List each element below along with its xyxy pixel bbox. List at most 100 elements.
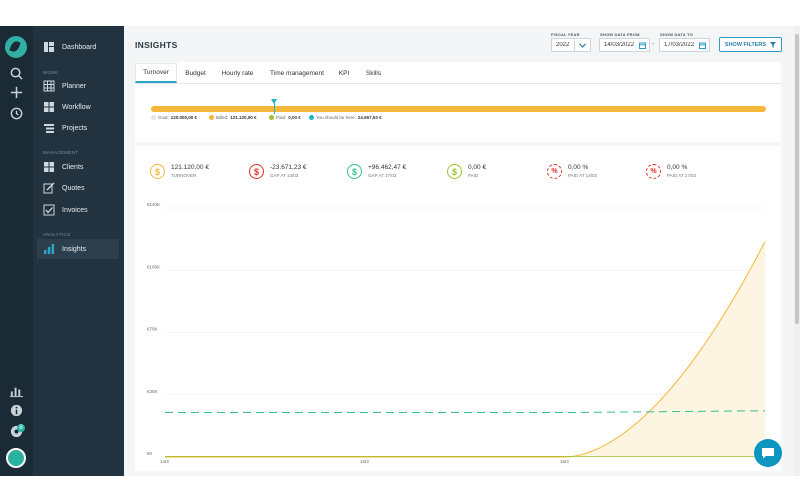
fiscal-year-label: FISCAL YEAR [551, 32, 580, 37]
stat-label: TURNOVER [171, 173, 197, 178]
calendar-icon[interactable] [699, 42, 706, 49]
dollar-coin-icon: $ [447, 164, 462, 179]
turnover-progress-bar [151, 106, 766, 112]
percent-badge-icon: % [547, 164, 562, 179]
edit-document-icon [43, 182, 55, 194]
checked-document-icon [43, 204, 55, 216]
search-icon[interactable] [9, 66, 24, 81]
stat-value: 121.120,00 € [171, 164, 209, 171]
stat-value: -23.671,23 € [270, 164, 307, 171]
tab-hourly-rate[interactable]: Hourly rate [215, 63, 260, 83]
stat-label: PAID AT 14/03 [568, 173, 598, 178]
sidebar-item-label: Planner [62, 82, 87, 90]
stat-paid-end: % 0,00 % PAID AT 17/03 [646, 164, 696, 179]
sidebar-item-label: Invoices [62, 206, 88, 214]
y-tick-label: €35K [147, 389, 158, 394]
dollar-coin-icon: $ [347, 164, 362, 179]
calendar-icon[interactable] [639, 42, 646, 49]
sidebar-item-quotes[interactable]: Quotes [37, 178, 119, 198]
stat-value: 0,00 % [667, 164, 688, 171]
sidebar-item-planner[interactable]: Planner [37, 76, 119, 96]
projects-icon [44, 124, 54, 133]
legend-dot [151, 115, 156, 120]
legend-value: 121.120,00 € [230, 115, 257, 120]
sidebar-item-insights[interactable]: Insights [37, 239, 119, 259]
sidebar-item-label: Dashboard [62, 43, 97, 51]
tab-turnover[interactable]: Turnover [135, 63, 177, 83]
legend-value: 120.000,00 € [170, 115, 198, 120]
scrollbar-thumb[interactable] [795, 34, 799, 324]
y-tick-label: €105K [147, 264, 160, 269]
icon-rail: 8 [0, 26, 33, 476]
window-bottom-strip [0, 476, 800, 500]
stat-turnover: $ 121.120,00 € TURNOVER [150, 164, 209, 179]
tab-skills[interactable]: Skills [361, 63, 386, 83]
dollar-coin-icon: $ [150, 164, 165, 179]
sidebar-item-projects[interactable]: Projects [37, 118, 119, 138]
clock-icon[interactable] [9, 106, 24, 121]
dollar-coin-icon: $ [249, 164, 264, 179]
legend-label: Paid: [276, 115, 287, 120]
clients-icon [44, 162, 54, 172]
legend-goal: Goal: 120.000,00 € [151, 115, 197, 120]
stat-label: GAP AT 17/03 [368, 173, 397, 178]
bar-chart-icon[interactable] [9, 383, 24, 398]
legend-value: 0,00 € [288, 115, 301, 120]
sidebar-item-invoices[interactable]: Invoices [37, 200, 119, 220]
x-tick-label: 14/3 [160, 459, 169, 464]
chevron-down-icon[interactable] [574, 39, 590, 51]
turnover-chart: €0€35K€70K€105K€140K14/315/316/317/3 [147, 202, 769, 464]
sidebar-item-label: Projects [62, 124, 88, 132]
stat-value: 0,00 € [468, 164, 487, 171]
y-tick-label: €140K [147, 202, 160, 207]
sidebar-section-analytics: ANALYTICS [43, 232, 71, 237]
percent-badge-icon: % [646, 164, 661, 179]
stat-gap-end: $ +96.462,47 € GAP AT 17/03 [347, 164, 406, 179]
chat-button[interactable] [754, 439, 782, 467]
x-tick-label: 16/3 [560, 459, 569, 464]
tab-kpi[interactable]: KPI [334, 63, 354, 83]
fiscal-year-select[interactable]: 2022 [551, 38, 591, 52]
user-avatar[interactable] [6, 448, 26, 468]
info-icon[interactable] [9, 403, 24, 418]
page-title: INSIGHTS [135, 40, 178, 50]
tab-bar: Turnover Budget Hourly rate Time managem… [135, 63, 781, 84]
workflow-icon [44, 102, 54, 112]
legend-dot [269, 115, 274, 120]
date-from-input[interactable]: 14/03/2022 [599, 38, 650, 52]
stat-paid-start: % 0,00 % PAID AT 14/03 [547, 164, 597, 179]
sidebar-item-dashboard[interactable]: Dashboard [37, 37, 119, 57]
sidebar-item-workflow[interactable]: Workflow [37, 97, 119, 117]
filter-icon [770, 41, 777, 48]
calendar-grid-icon [43, 80, 55, 92]
sidebar-item-label: Clients [62, 163, 84, 171]
date-to-input[interactable]: 17/03/2022 [659, 38, 710, 52]
sidebar-item-label: Workflow [62, 103, 91, 111]
notification-badge: 8 [17, 424, 25, 432]
sidebar-item-clients[interactable]: Clients [37, 157, 119, 177]
sidebar-section-work: WORK [43, 70, 59, 75]
plus-icon[interactable] [9, 85, 24, 100]
stat-value: 0,00 % [568, 164, 589, 171]
stat-label: PAID AT 17/03 [667, 173, 697, 178]
tab-budget[interactable]: Budget [179, 63, 212, 83]
stat-value: +96.462,47 € [368, 164, 407, 171]
sidebar: Dashboard WORK Planner Workflow Projects… [33, 26, 124, 476]
date-from-label: SHOW DATA FROM [600, 32, 640, 37]
y-tick-label: €0 [147, 451, 153, 456]
date-from-value: 14/03/2022 [604, 42, 635, 48]
stat-gap-start: $ -23.671,23 € GAP AT 14/03 [249, 164, 307, 179]
app-logo-icon[interactable] [5, 36, 27, 58]
legend-dot [209, 115, 214, 120]
legend-label: Goal: [158, 115, 169, 120]
legend-dot [309, 115, 314, 120]
legend-paid: Paid: 0,00 € [269, 115, 301, 120]
stat-label: GAP AT 14/03 [270, 173, 299, 178]
legend-label: You should be here: [316, 115, 356, 120]
chat-bubble-icon [762, 448, 774, 459]
date-range-separator: - [652, 41, 654, 47]
tab-time-management[interactable]: Time management [266, 63, 328, 83]
legend-label: Billed: [216, 115, 229, 120]
show-filters-button[interactable]: SHOW FILTERS [719, 37, 782, 52]
y-tick-label: €70K [147, 327, 158, 332]
